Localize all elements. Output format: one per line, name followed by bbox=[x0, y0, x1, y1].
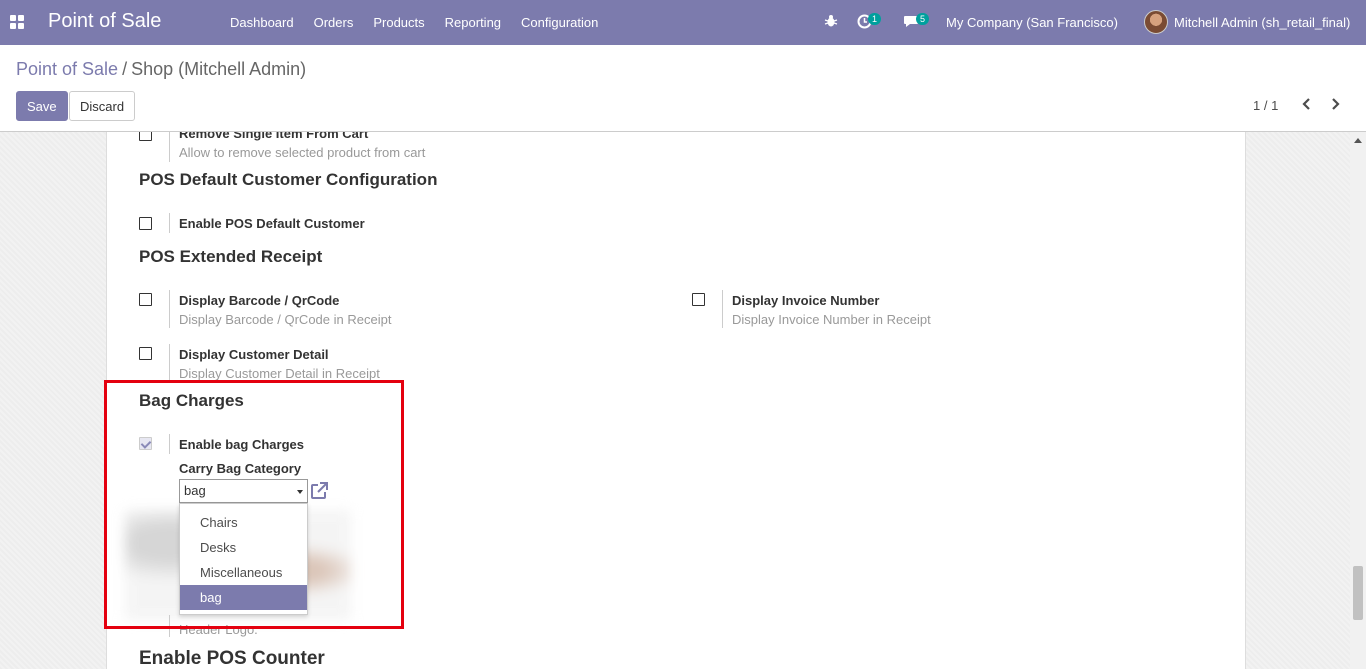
discard-button[interactable]: Discard bbox=[69, 91, 136, 121]
bag-charges-checkbox[interactable] bbox=[139, 437, 152, 450]
breadcrumb-separator: / bbox=[122, 59, 128, 79]
form-sheet: Remove Single Item From Cart Allow to re… bbox=[106, 132, 1246, 669]
dropdown-option-desks[interactable]: Desks bbox=[180, 535, 307, 560]
default-customer-title: Enable POS Default Customer bbox=[179, 216, 365, 231]
company-switcher[interactable]: My Company (San Francisco) bbox=[946, 15, 1118, 30]
category-dropdown: Chairs Desks Miscellaneous bag bbox=[179, 503, 308, 615]
menu-reporting[interactable]: Reporting bbox=[435, 15, 511, 30]
setting-divider bbox=[169, 344, 170, 382]
customer-detail-title: Display Customer Detail bbox=[179, 347, 329, 362]
save-button[interactable]: Save bbox=[16, 91, 68, 121]
chevron-left-icon[interactable] bbox=[1300, 97, 1314, 111]
vertical-scrollbar[interactable] bbox=[1350, 132, 1366, 669]
activity-badge: 1 bbox=[868, 13, 882, 25]
remove-item-desc: Allow to remove selected product from ca… bbox=[179, 145, 426, 160]
control-panel: Point of Sale / Shop (Mitchell Admin) Save… bbox=[0, 45, 1366, 132]
customer-detail-desc: Display Customer Detail in Receipt bbox=[179, 366, 380, 381]
setting-divider bbox=[169, 213, 170, 233]
bag-charges-title: Enable bag Charges bbox=[179, 437, 304, 452]
customer-detail-checkbox[interactable] bbox=[139, 347, 152, 360]
setting-divider bbox=[169, 615, 170, 637]
breadcrumb: Point of Sale / Shop (Mitchell Admin) bbox=[16, 59, 306, 80]
chevron-right-icon[interactable] bbox=[1328, 97, 1342, 111]
remove-item-checkbox[interactable] bbox=[139, 132, 152, 141]
default-customer-checkbox[interactable] bbox=[139, 217, 152, 230]
scrollbar-thumb[interactable] bbox=[1353, 566, 1363, 620]
user-avatar[interactable] bbox=[1144, 10, 1168, 34]
dropdown-option-bag[interactable]: bag bbox=[180, 585, 307, 610]
setting-divider bbox=[722, 290, 723, 328]
breadcrumb-current: Shop (Mitchell Admin) bbox=[131, 59, 307, 79]
invoice-number-title: Display Invoice Number bbox=[732, 293, 880, 308]
bag-charges-heading: Bag Charges bbox=[139, 391, 244, 410]
scroll-up-arrow-icon[interactable] bbox=[1354, 138, 1362, 143]
menu-dashboard[interactable]: Dashboard bbox=[220, 15, 304, 30]
apps-menu-icon[interactable] bbox=[10, 15, 24, 29]
pager-value[interactable]: 1 / 1 bbox=[1253, 98, 1278, 113]
setting-divider bbox=[169, 132, 170, 162]
user-menu[interactable]: Mitchell Admin (sh_retail_final) bbox=[1174, 15, 1350, 30]
dropdown-option-miscellaneous[interactable]: Miscellaneous bbox=[180, 560, 307, 585]
remove-item-title: Remove Single Item From Cart bbox=[179, 132, 369, 141]
menu-configuration[interactable]: Configuration bbox=[511, 15, 608, 30]
setting-divider bbox=[169, 434, 170, 454]
setting-divider bbox=[169, 290, 170, 328]
invoice-number-checkbox[interactable] bbox=[692, 293, 705, 306]
barcode-desc: Display Barcode / QrCode in Receipt bbox=[179, 312, 392, 327]
messages-badge: 5 bbox=[916, 13, 930, 25]
app-brand[interactable]: Point of Sale bbox=[48, 10, 161, 33]
bug-icon[interactable] bbox=[824, 14, 838, 28]
top-navbar: Point of Sale Dashboard Orders Products … bbox=[0, 0, 1366, 45]
carry-bag-category-select[interactable]: bag bbox=[179, 479, 308, 503]
carry-bag-category-label: Carry Bag Category bbox=[179, 461, 302, 476]
barcode-title: Display Barcode / QrCode bbox=[179, 293, 340, 308]
extended-receipt-heading: POS Extended Receipt bbox=[139, 247, 323, 266]
carry-bag-category-value: bag bbox=[184, 483, 206, 498]
caret-down-icon[interactable] bbox=[297, 490, 303, 494]
barcode-checkbox[interactable] bbox=[139, 293, 152, 306]
dropdown-option-chairs[interactable]: Chairs bbox=[180, 510, 307, 535]
default-customer-heading: POS Default Customer Configuration bbox=[139, 170, 438, 189]
external-link-icon[interactable] bbox=[309, 481, 329, 501]
pos-counter-heading: Enable POS Counter bbox=[139, 648, 325, 669]
header-logo-desc: Header Logo. bbox=[179, 622, 258, 637]
menu-products[interactable]: Products bbox=[363, 15, 434, 30]
breadcrumb-parent[interactable]: Point of Sale bbox=[16, 59, 118, 79]
form-content: Remove Single Item From Cart Allow to re… bbox=[0, 132, 1366, 669]
main-menu: Dashboard Orders Products Reporting Conf… bbox=[220, 0, 608, 45]
menu-orders[interactable]: Orders bbox=[304, 15, 364, 30]
invoice-number-desc: Display Invoice Number in Receipt bbox=[732, 312, 931, 327]
